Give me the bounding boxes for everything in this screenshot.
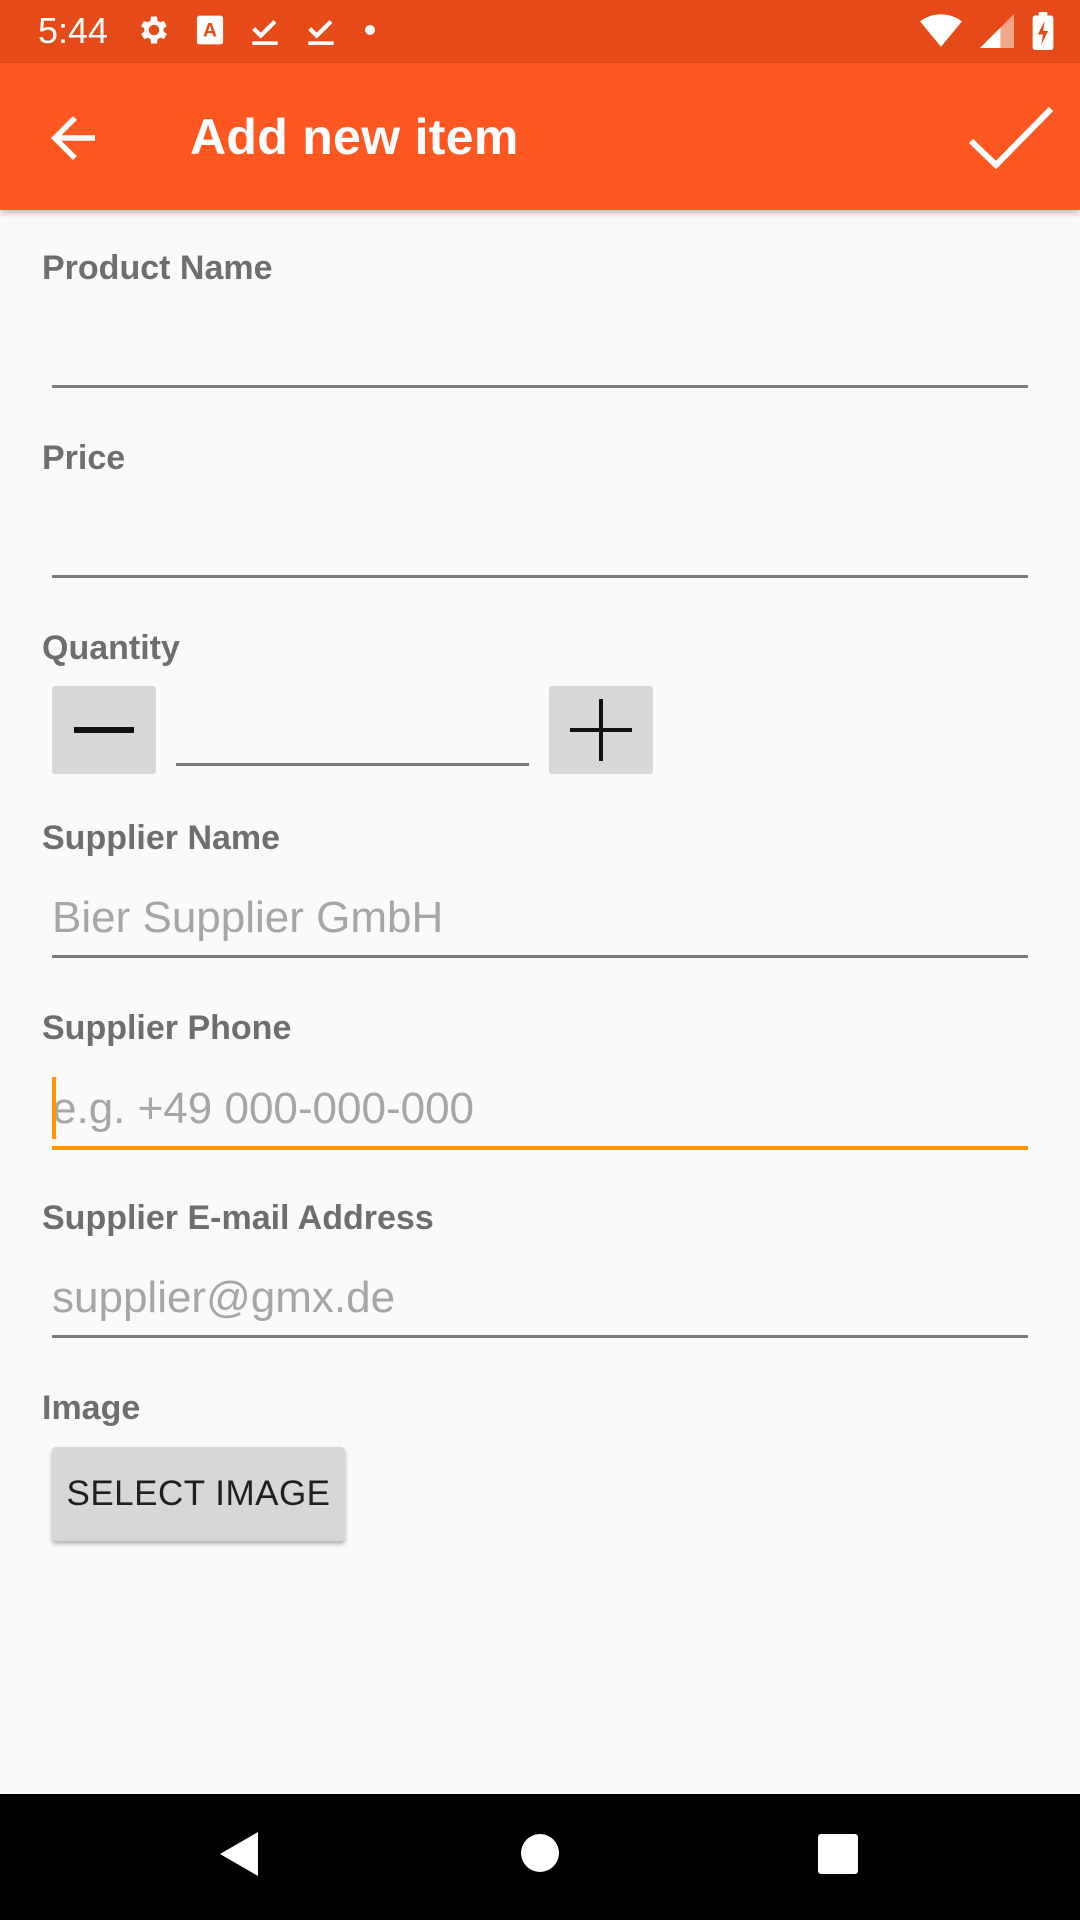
download-done-icon	[308, 19, 334, 46]
wifi-icon	[920, 14, 962, 47]
image-label: Image	[42, 1389, 141, 1427]
page-title: Add new item	[190, 109, 519, 165]
signal-icon	[980, 14, 1014, 48]
plus-icon	[570, 699, 632, 761]
quantity-field[interactable]	[176, 696, 529, 766]
status-time: 5:44	[38, 10, 109, 51]
price-field[interactable]	[52, 508, 1028, 578]
supplier-name-field[interactable]	[52, 888, 1028, 958]
decrement-button[interactable]	[52, 686, 156, 774]
gear-icon	[141, 16, 167, 44]
increment-button[interactable]	[549, 686, 653, 774]
svg-text:A: A	[203, 20, 217, 42]
battery-charging-icon	[1032, 12, 1054, 50]
nav-recents-icon[interactable]	[818, 1834, 858, 1874]
nav-home-icon[interactable]	[521, 1834, 559, 1872]
supplier-phone-field[interactable]	[52, 1080, 1028, 1150]
a-badge-icon: A	[196, 15, 224, 45]
minus-icon	[74, 727, 134, 733]
text-cursor	[52, 1077, 56, 1139]
app-bar: Add new item	[0, 63, 1080, 210]
supplier-email-field[interactable]	[52, 1268, 1028, 1338]
status-bar: 5:44 A	[0, 0, 1080, 63]
download-done-icon	[252, 19, 278, 46]
save-button[interactable]	[966, 99, 1056, 179]
check-icon	[968, 106, 1054, 170]
supplier-name-label: Supplier Name	[42, 819, 281, 857]
supplier-email-label: Supplier E-mail Address	[42, 1199, 434, 1237]
arrow-back-icon	[51, 116, 95, 160]
dot-icon	[365, 25, 375, 35]
product-name-label: Product Name	[42, 249, 273, 287]
product-name-field[interactable]	[52, 318, 1028, 388]
status-right-icons	[920, 12, 1054, 50]
price-label: Price	[42, 439, 126, 477]
nav-back-icon[interactable]	[218, 1830, 260, 1878]
status-left-icons: A	[136, 12, 380, 48]
select-image-button[interactable]: SELECT IMAGE	[52, 1447, 345, 1541]
navigation-bar	[0, 1794, 1080, 1920]
back-button[interactable]	[40, 105, 106, 171]
quantity-label: Quantity	[42, 629, 180, 667]
supplier-phone-label: Supplier Phone	[42, 1009, 292, 1047]
